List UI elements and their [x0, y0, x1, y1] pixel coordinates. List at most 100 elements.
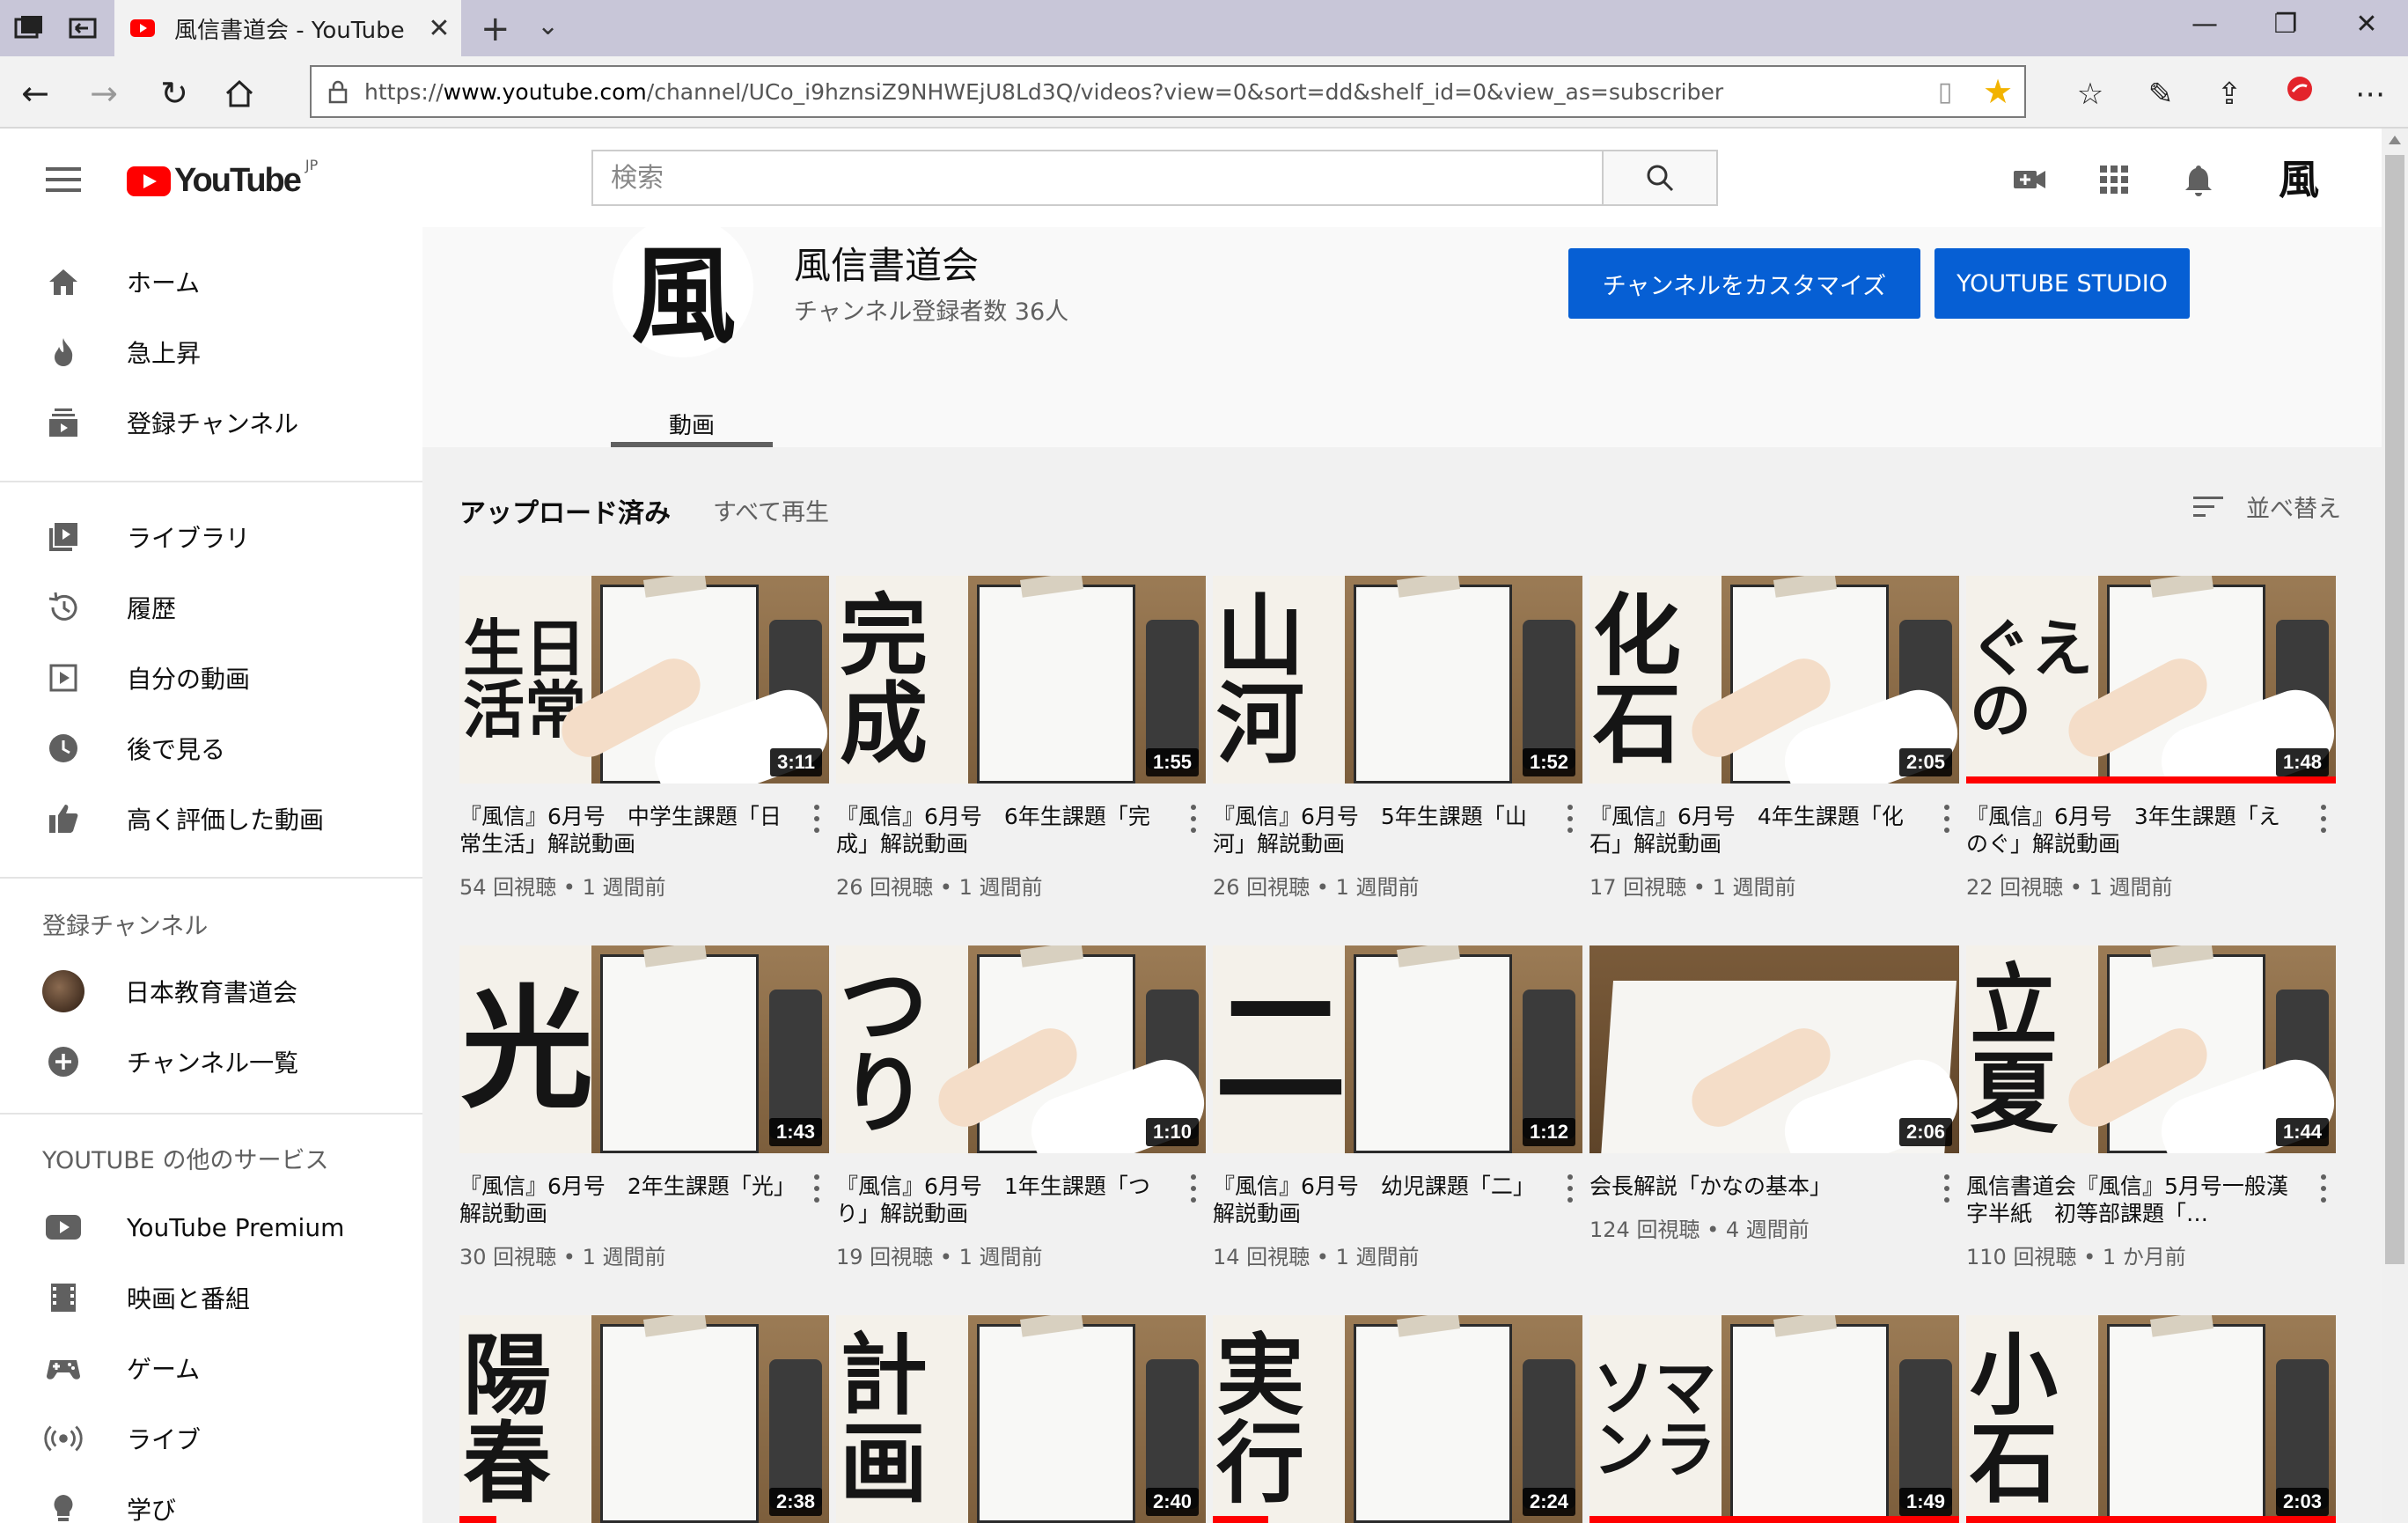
- address-bar[interactable]: https://www.youtube.com/channel/UCo_i9hz…: [310, 65, 2026, 118]
- video-menu-icon[interactable]: [1561, 1171, 1579, 1206]
- scroll-up-arrow-icon[interactable]: [2389, 136, 2401, 144]
- favorite-star-icon[interactable]: ★: [1971, 72, 2024, 111]
- video-thumbnail[interactable]: 化石 2:05: [1589, 576, 1959, 784]
- video-title[interactable]: 『風信』6月号 6年生課題「完成」解説動画: [836, 803, 1171, 857]
- video-thumbnail[interactable]: 二 1:12: [1213, 945, 1582, 1153]
- video-menu-icon[interactable]: [1185, 1171, 1202, 1206]
- sidebar-item-liked[interactable]: 高く評価した動画: [0, 784, 422, 854]
- back-arrow-icon[interactable]: ←: [11, 69, 60, 118]
- video-thumbnail[interactable]: 実行 2:24: [1213, 1315, 1582, 1523]
- video-card[interactable]: ぐえの 1:48 『風信』6月号 3年生課題「えのぐ」解説動画 22 回視聴 • 1 …: [1966, 576, 2336, 901]
- active-tab[interactable]: 風信書道会 - YouTube ✕: [114, 0, 461, 56]
- video-card[interactable]: 小石 2:03: [1966, 1315, 2336, 1523]
- tab-manager-icon[interactable]: [12, 12, 48, 44]
- video-title[interactable]: 『風信』6月号 中学生課題「日常生活」解説動画: [459, 803, 794, 857]
- sidebar-item-home[interactable]: ホーム: [0, 246, 422, 317]
- new-tab-icon[interactable]: +: [481, 9, 510, 49]
- video-card[interactable]: 計画 2:40: [836, 1315, 1206, 1523]
- restore-icon[interactable]: ❐: [2246, 9, 2325, 40]
- video-card[interactable]: 2:06 会長解説「かなの基本」 124 回視聴 • 4 週間前: [1589, 945, 1959, 1243]
- video-card[interactable]: 二 1:12 『風信』6月号 幼児課題「二」解説動画 14 回視聴 • 1 週間前: [1213, 945, 1582, 1270]
- video-menu-icon[interactable]: [1938, 801, 1956, 836]
- video-card[interactable]: 山河 1:52 『風信』6月号 5年生課題「山河」解説動画 26 回視聴 • 1 週間…: [1213, 576, 1582, 901]
- sidebar-item-history[interactable]: 履歴: [0, 572, 422, 643]
- sidebar-item-channel[interactable]: 日本教育書道会: [0, 956, 422, 1026]
- video-title[interactable]: 『風信』6月号 5年生課題「山河」解説動画: [1213, 803, 1547, 857]
- video-card[interactable]: 陽春 2:38: [459, 1315, 829, 1523]
- video-menu-icon[interactable]: [2315, 1171, 2332, 1206]
- forward-arrow-icon[interactable]: →: [79, 69, 128, 118]
- tab-videos[interactable]: 動画: [611, 386, 773, 447]
- chevron-down-icon[interactable]: ⌄: [537, 11, 559, 41]
- video-thumbnail[interactable]: 生日活常 3:11: [459, 576, 829, 784]
- play-all-link[interactable]: すべて再生: [713, 493, 829, 527]
- sidebar-item-watch-later[interactable]: 後で見る: [0, 713, 422, 784]
- video-thumbnail[interactable]: 立夏 1:44: [1966, 945, 2336, 1153]
- hamburger-menu-icon[interactable]: [46, 167, 81, 192]
- video-thumbnail[interactable]: 2:06: [1589, 945, 1959, 1153]
- video-card[interactable]: 化石 2:05 『風信』6月号 4年生課題「化石」解説動画 17 回視聴 • 1 週間…: [1589, 576, 1959, 901]
- video-menu-icon[interactable]: [808, 1171, 826, 1206]
- extension-icon[interactable]: [2278, 72, 2322, 116]
- pen-icon[interactable]: ✎: [2139, 72, 2183, 116]
- youtube-logo[interactable]: YouTube JP: [127, 157, 318, 200]
- video-card[interactable]: つり 1:10 『風信』6月号 1年生課題「つり」解説動画 19 回視聴 • 1 週間…: [836, 945, 1206, 1270]
- sidebar-item-live[interactable]: ライブ: [0, 1403, 422, 1474]
- video-thumbnail[interactable]: 計画 2:40: [836, 1315, 1206, 1523]
- refresh-icon[interactable]: ↻: [150, 69, 199, 118]
- video-menu-icon[interactable]: [1938, 1171, 1956, 1206]
- video-thumbnail[interactable]: ソマンラ 1:49: [1589, 1315, 1959, 1523]
- video-thumbnail[interactable]: つり 1:10: [836, 945, 1206, 1153]
- account-avatar[interactable]: 風: [2274, 155, 2324, 204]
- reading-view-icon[interactable]: ▯: [1919, 77, 1971, 107]
- video-title[interactable]: 風信書道会『風信』5月号一般漢字半紙 初等部課題「…: [1966, 1173, 2301, 1227]
- youtube-studio-button[interactable]: YOUTUBE STUDIO: [1934, 248, 2190, 319]
- set-aside-tabs-icon[interactable]: [65, 12, 100, 44]
- video-title[interactable]: 『風信』6月号 1年生課題「つり」解説動画: [836, 1173, 1171, 1227]
- video-title[interactable]: 『風信』6月号 幼児課題「二」解説動画: [1213, 1173, 1547, 1227]
- video-title[interactable]: 『風信』6月号 3年生課題「えのぐ」解説動画: [1966, 803, 2301, 857]
- sidebar-item-gaming[interactable]: ゲーム: [0, 1333, 422, 1403]
- sidebar-item-your-videos[interactable]: 自分の動画: [0, 643, 422, 713]
- apps-grid-icon[interactable]: [2095, 160, 2133, 199]
- sort-button[interactable]: 並べ替え: [2191, 489, 2341, 524]
- search-button[interactable]: [1604, 150, 1718, 206]
- sidebar-item-subscriptions[interactable]: 登録チャンネル: [0, 387, 422, 458]
- video-title[interactable]: 『風信』6月号 4年生課題「化石」解説動画: [1589, 803, 1924, 857]
- video-thumbnail[interactable]: 小石 2:03: [1966, 1315, 2336, 1523]
- video-card[interactable]: 立夏 1:44 風信書道会『風信』5月号一般漢字半紙 初等部課題「… 110 回視聴 …: [1966, 945, 2336, 1270]
- minimize-icon[interactable]: —: [2165, 9, 2244, 40]
- video-card[interactable]: 生日活常 3:11 『風信』6月号 中学生課題「日常生活」解説動画 54 回視聴 • …: [459, 576, 829, 901]
- video-thumbnail[interactable]: 光 1:43: [459, 945, 829, 1153]
- video-menu-icon[interactable]: [1185, 801, 1202, 836]
- sidebar-item-library[interactable]: ライブラリ: [0, 502, 422, 572]
- video-card[interactable]: ソマンラ 1:49: [1589, 1315, 1959, 1523]
- home-browser-icon[interactable]: [222, 76, 257, 111]
- window-close-icon[interactable]: ✕: [2327, 9, 2406, 40]
- sidebar-item-browse-channels[interactable]: チャンネル一覧: [0, 1026, 422, 1097]
- video-thumbnail[interactable]: 完成 1:55: [836, 576, 1206, 784]
- sidebar-item-premium[interactable]: YouTube Premium: [0, 1192, 422, 1262]
- video-card[interactable]: 実行 2:24: [1213, 1315, 1582, 1523]
- more-menu-icon[interactable]: ⋯: [2348, 72, 2392, 116]
- video-thumbnail[interactable]: 陽春 2:38: [459, 1315, 829, 1523]
- video-card[interactable]: 光 1:43 『風信』6月号 2年生課題「光」解説動画 30 回視聴 • 1 週間前: [459, 945, 829, 1270]
- create-video-icon[interactable]: [2010, 160, 2049, 199]
- notifications-bell-icon[interactable]: [2179, 160, 2218, 199]
- video-thumbnail[interactable]: ぐえの 1:48: [1966, 576, 2336, 784]
- tab-close-icon[interactable]: ✕: [417, 13, 461, 44]
- search-input[interactable]: [591, 150, 1604, 206]
- video-menu-icon[interactable]: [2315, 801, 2332, 836]
- share-icon[interactable]: ⇪: [2207, 72, 2251, 116]
- video-card[interactable]: 完成 1:55 『風信』6月号 6年生課題「完成」解説動画 26 回視聴 • 1 週間…: [836, 576, 1206, 901]
- video-thumbnail[interactable]: 山河 1:52: [1213, 576, 1582, 784]
- sidebar-item-movies[interactable]: 映画と番組: [0, 1262, 422, 1333]
- sidebar-item-learning[interactable]: 学び: [0, 1474, 422, 1523]
- video-menu-icon[interactable]: [808, 801, 826, 836]
- video-title[interactable]: 会長解説「かなの基本」: [1589, 1173, 1924, 1200]
- url-text[interactable]: https://www.youtube.com/channel/UCo_i9hz…: [364, 79, 1919, 105]
- favorites-list-icon[interactable]: ☆: [2068, 72, 2112, 116]
- scroll-thumb[interactable]: [2385, 155, 2404, 1264]
- page-scrollbar[interactable]: [2382, 129, 2408, 1523]
- sidebar-item-trending[interactable]: 急上昇: [0, 317, 422, 387]
